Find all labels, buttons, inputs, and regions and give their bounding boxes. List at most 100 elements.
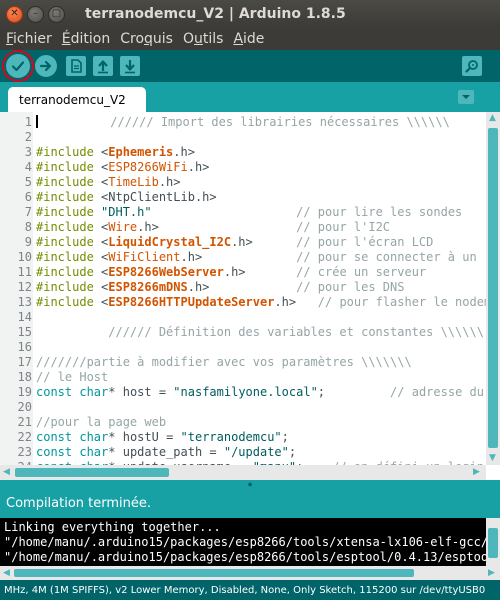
maximize-window-button[interactable]: ▢ — [48, 5, 65, 23]
code-token: ; — [281, 430, 289, 444]
code-text: // le Host — [36, 370, 108, 385]
pane-divider[interactable]: ◆ — [0, 480, 500, 488]
code-line: 5 #include <TimeLib.h> — [0, 175, 486, 190]
editor-horizontal-scrollbar[interactable]: ◀ ▶ — [0, 465, 486, 480]
window-controls: ✕ – ▢ — [6, 5, 65, 23]
tab-menu-button[interactable] — [458, 90, 474, 104]
serial-monitor-button[interactable] — [462, 56, 482, 76]
code-token: #include — [36, 235, 94, 249]
code-line: 7 #include "DHT.h" // pour lire les sonde… — [0, 205, 486, 220]
code-line: 4 #include <ESP8266WiFi.h> — [0, 160, 486, 175]
editor-vertical-scrollbar[interactable]: ▲ ▼ — [486, 112, 500, 465]
code-line: 1 ////// Import des librairies nécessair… — [0, 115, 486, 130]
line-number: 15 — [17, 325, 32, 339]
line-number: 1 — [24, 115, 32, 129]
scroll-up-icon[interactable]: ▲ — [489, 113, 496, 123]
code-token: "terranodemcu" — [180, 430, 282, 444]
menu-aide[interactable]: Aide — [233, 31, 264, 47]
open-sketch-button[interactable] — [93, 56, 113, 76]
code-line: 16 — [0, 340, 486, 355]
code-token: const — [36, 430, 73, 444]
menu-outils[interactable]: Outils — [183, 31, 223, 47]
code-token: "DHT.h" — [101, 205, 152, 219]
code-token: "nasfamilyone.local" — [173, 385, 318, 399]
line-number: 9 — [24, 235, 32, 249]
line-number: 3 — [24, 145, 32, 159]
code-token: < — [93, 250, 109, 264]
code-line: 19 const char* host = "nasfamilyone.local… — [0, 385, 486, 400]
scroll-right-icon[interactable]: ▶ — [488, 568, 495, 578]
code-text: ////// Import des librairies nécessaires… — [36, 115, 450, 130]
code-line: 23 const char* update_path = "/update"; — [0, 445, 486, 460]
code-token: "/update" — [223, 445, 289, 459]
drag-handle-icon[interactable]: ◆ — [248, 481, 253, 488]
code-token: * update_path = — [108, 445, 224, 459]
console-vertical-scrollbar[interactable] — [486, 518, 500, 566]
code-token: < — [93, 160, 109, 174]
code-token: #include — [36, 295, 94, 309]
console-horizontal-scrollbar[interactable]: ◀ ▶ — [0, 566, 500, 580]
line-number: 2 — [24, 130, 32, 144]
scroll-down-icon[interactable]: ▼ — [489, 453, 496, 463]
editor-horizontal-scroll-thumb[interactable] — [15, 468, 169, 477]
line-number: 22 — [17, 430, 32, 444]
code-line: 8 #include <Wire.h> // pour l'I2C — [0, 220, 486, 235]
code-token: // crée un serveur — [296, 265, 427, 279]
menu-croquis[interactable]: Croquis — [120, 31, 173, 47]
editor-vertical-scroll-thumb[interactable] — [488, 128, 498, 448]
tab-terranodemcu-v2[interactable]: terranodemcu_V2 — [8, 87, 146, 112]
code-text: #include <TimeLib.h> — [36, 175, 181, 190]
code-text: ////// Définition des variables et const… — [36, 325, 484, 340]
code-token: ESP8266HTTPUpdateServer — [108, 295, 275, 309]
upload-button[interactable] — [35, 55, 57, 77]
code-token: #include — [36, 175, 94, 189]
code-token: #include — [36, 280, 94, 294]
code-text: #include <ESP8266WebServer.h> // crée un… — [36, 265, 426, 280]
line-number: 20 — [17, 400, 32, 414]
code-token: < — [93, 175, 109, 189]
code-editor[interactable]: 1 ////// Import des librairies nécessair… — [0, 112, 500, 480]
line-number: 13 — [17, 295, 32, 309]
console-line: Linking everything together... — [4, 520, 221, 534]
code-token: ; — [317, 385, 391, 399]
code-token: // pour l'écran LCD — [296, 235, 434, 249]
code-token: < — [93, 235, 109, 249]
close-window-button[interactable]: ✕ — [6, 5, 23, 23]
code-text: #include <NtpClientLib.h> — [36, 190, 217, 205]
code-text: ///////partie à modifier avec vos paramè… — [36, 355, 412, 370]
line-number: 19 — [17, 385, 32, 399]
console-output[interactable]: Linking everything together... "/home/ma… — [0, 518, 500, 580]
code-text: #include "DHT.h" // pour lire les sondes — [36, 205, 462, 220]
code-token: < — [93, 265, 109, 279]
code-token: // pour se connecter à un — [296, 250, 477, 264]
scroll-left-icon[interactable]: ◀ — [3, 568, 10, 578]
console-vertical-scroll-thumb[interactable] — [488, 528, 498, 558]
save-sketch-button[interactable] — [120, 56, 140, 76]
new-sketch-button[interactable] — [66, 56, 86, 76]
code-line: 14 — [0, 310, 486, 325]
menu-edition[interactable]: Édition — [62, 31, 110, 47]
scroll-left-icon[interactable]: ◀ — [3, 467, 10, 477]
verify-button[interactable] — [6, 54, 30, 78]
code-text: //pour la page web — [36, 415, 166, 430]
code-line: 17 ///////partie à modifier avec vos para… — [0, 355, 486, 370]
minimize-window-button[interactable]: – — [27, 5, 44, 23]
code-token: #include — [36, 220, 94, 234]
menu-fichier[interactable]: Fichier — [6, 31, 52, 47]
title-bar: ✕ – ▢ terranodemcu_V2 | Arduino 1.8.5 — [0, 0, 500, 28]
code-token: #include — [36, 250, 94, 264]
code-token: #include — [36, 265, 94, 279]
code-token: // pour lire les sondes — [296, 205, 463, 219]
code-token: #include — [36, 190, 94, 204]
line-number: 21 — [17, 415, 32, 429]
code-token: ESP8266mDNS — [108, 280, 188, 294]
scroll-right-icon[interactable]: ▶ — [473, 467, 480, 477]
line-number: 17 — [17, 355, 32, 369]
code-token: .h> — [231, 235, 297, 249]
code-line: 21 //pour la page web — [0, 415, 486, 430]
line-number: 7 — [24, 205, 32, 219]
console-horizontal-scroll-thumb[interactable] — [14, 569, 414, 577]
code-token: < — [93, 280, 109, 294]
